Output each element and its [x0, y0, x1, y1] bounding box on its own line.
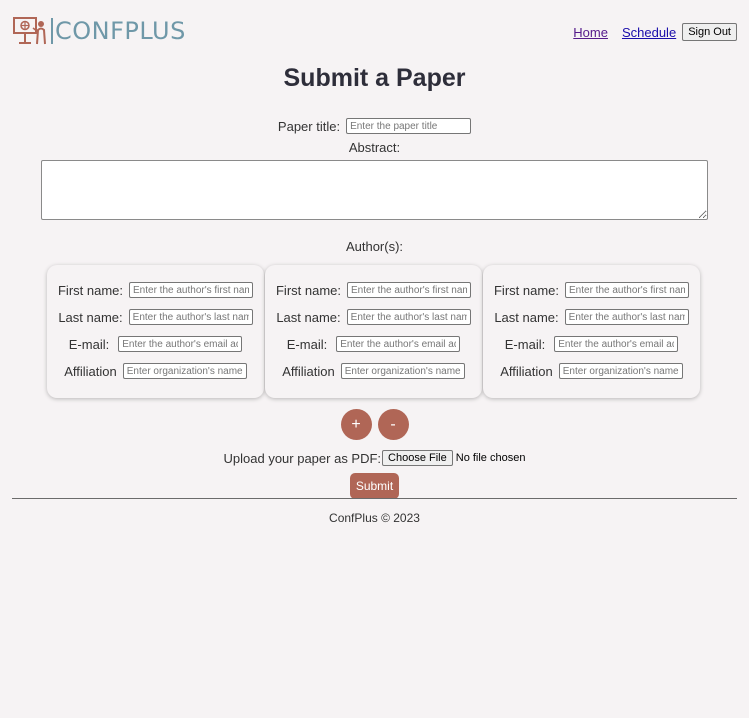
affiliation-input[interactable]	[340, 363, 465, 379]
logo-separator	[51, 18, 53, 44]
email-label: E-mail:	[286, 336, 328, 352]
author-card: First name: Last name: E-mail: Affiliati…	[265, 265, 482, 398]
upload-label: Upload your paper as PDF:	[223, 450, 382, 466]
last-name-row: Last name:	[47, 309, 264, 325]
first-name-input[interactable]	[347, 282, 471, 298]
first-name-row: First name:	[483, 282, 700, 298]
first-name-row: First name:	[265, 282, 482, 298]
email-row: E-mail:	[483, 336, 700, 352]
abstract-textarea[interactable]	[41, 160, 708, 220]
choose-file-button[interactable]: Choose File	[382, 450, 453, 466]
file-status: No file chosen	[455, 452, 526, 464]
email-input[interactable]	[554, 336, 679, 352]
affiliation-input[interactable]	[558, 363, 683, 379]
email-row: E-mail:	[265, 336, 482, 352]
first-name-label: First name:	[275, 282, 341, 298]
nav-schedule-link[interactable]: Schedule	[622, 25, 676, 40]
last-name-label: Last name:	[494, 309, 559, 325]
submit-row: Submit	[0, 473, 749, 499]
header: CONFPLUS Home Schedule Sign Out	[0, 0, 749, 60]
footer-divider	[12, 498, 737, 499]
presenter-board-icon	[12, 16, 48, 46]
last-name-input[interactable]	[346, 309, 471, 325]
paper-title-label: Paper title:	[277, 118, 341, 134]
author-card: First name: Last name: E-mail: Affiliati…	[47, 265, 264, 398]
first-name-label: First name:	[493, 282, 559, 298]
top-nav: Home Schedule Sign Out	[573, 23, 737, 41]
last-name-label: Last name:	[276, 309, 341, 325]
authors-label: Author(s):	[345, 239, 404, 254]
nav-home-link[interactable]: Home	[573, 25, 608, 40]
affiliation-label: Affiliation	[282, 363, 335, 379]
affiliation-label: Affiliation	[64, 363, 117, 379]
email-input[interactable]	[118, 336, 243, 352]
page-title: Submit a Paper	[283, 64, 466, 92]
last-name-input[interactable]	[128, 309, 253, 325]
submit-button[interactable]: Submit	[349, 473, 400, 499]
affiliation-row: Affiliation	[47, 363, 264, 379]
email-row: E-mail:	[47, 336, 264, 352]
upload-row: Upload your paper as PDF: Choose File No…	[0, 450, 749, 466]
paper-title-input[interactable]	[346, 118, 472, 134]
author-card: First name: Last name: E-mail: Affiliati…	[483, 265, 700, 398]
email-label: E-mail:	[68, 336, 110, 352]
last-name-input[interactable]	[564, 309, 689, 325]
footer-text: ConfPlus © 2023	[329, 511, 420, 525]
first-name-label: First name:	[57, 282, 123, 298]
sign-out-button[interactable]: Sign Out	[682, 23, 737, 41]
logo[interactable]: CONFPLUS	[12, 15, 186, 47]
last-name-label: Last name:	[58, 309, 123, 325]
last-name-row: Last name:	[265, 309, 482, 325]
affiliation-row: Affiliation	[483, 363, 700, 379]
affiliation-row: Affiliation	[265, 363, 482, 379]
abstract-label: Abstract:	[348, 140, 401, 155]
affiliation-label: Affiliation	[500, 363, 553, 379]
add-author-button[interactable]: +	[340, 409, 372, 440]
remove-author-button[interactable]: -	[377, 409, 409, 440]
last-name-row: Last name:	[483, 309, 700, 325]
email-label: E-mail:	[504, 336, 546, 352]
paper-title-row: Paper title:	[0, 118, 749, 134]
email-input[interactable]	[336, 336, 461, 352]
affiliation-input[interactable]	[122, 363, 247, 379]
author-controls: + -	[0, 409, 749, 440]
logo-text: CONFPLUS	[55, 17, 186, 45]
author-cards: First name: Last name: E-mail: Affiliati…	[47, 265, 701, 398]
first-name-row: First name:	[47, 282, 264, 298]
first-name-input[interactable]	[565, 282, 689, 298]
first-name-input[interactable]	[129, 282, 253, 298]
